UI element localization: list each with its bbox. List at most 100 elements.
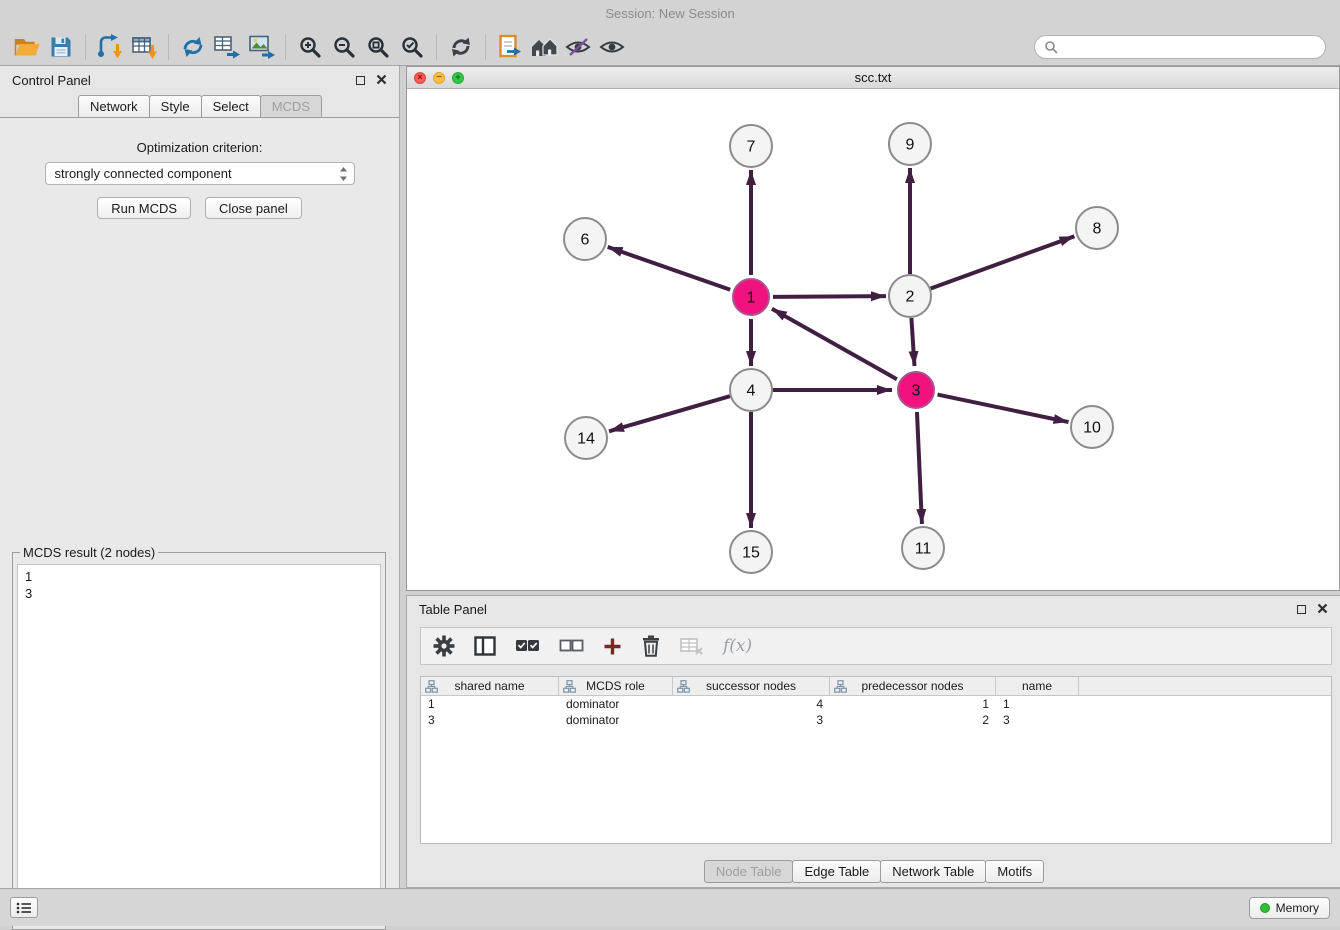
graph-edge-2-8[interactable] bbox=[931, 236, 1075, 288]
graph-edge-1-2[interactable] bbox=[773, 296, 886, 297]
delete-column-button[interactable] bbox=[641, 635, 661, 657]
graph-node-2[interactable]: 2 bbox=[889, 275, 931, 317]
apply-layout-button[interactable] bbox=[444, 31, 478, 63]
tab-mcds[interactable]: MCDS bbox=[260, 95, 322, 117]
graph-node-1[interactable]: 1 bbox=[733, 279, 769, 315]
select-all-button[interactable] bbox=[515, 638, 540, 654]
delete-table-button[interactable] bbox=[680, 636, 704, 656]
column-header-predecessor-nodes[interactable]: predecessor nodes bbox=[830, 677, 996, 695]
graph-edge-3-10[interactable] bbox=[938, 395, 1069, 423]
column-header-shared-name[interactable]: shared name bbox=[421, 677, 559, 695]
close-panel-action-button[interactable]: Close panel bbox=[205, 197, 302, 219]
graph-node-15[interactable]: 15 bbox=[730, 531, 772, 573]
open-session-button[interactable] bbox=[10, 31, 44, 63]
zoom-fit-button[interactable] bbox=[361, 31, 395, 63]
table-panel-float-button[interactable] bbox=[1297, 602, 1306, 617]
node-label: 4 bbox=[747, 383, 756, 400]
show-hidden-panels-button[interactable] bbox=[10, 897, 38, 918]
network-from-table-button[interactable] bbox=[210, 31, 244, 63]
main-toolbar bbox=[0, 28, 1340, 66]
graph-node-4[interactable]: 4 bbox=[730, 369, 772, 411]
add-column-button[interactable] bbox=[603, 637, 622, 656]
network-window-title: scc.txt bbox=[407, 70, 1339, 85]
search-input[interactable] bbox=[1063, 39, 1316, 54]
tab-select[interactable]: Select bbox=[201, 95, 261, 117]
zoom-in-button[interactable] bbox=[293, 31, 327, 63]
control-panel-close-button[interactable] bbox=[376, 73, 387, 88]
control-panel-float-button[interactable] bbox=[356, 73, 365, 88]
tab-network-table[interactable]: Network Table bbox=[880, 860, 986, 883]
export-image-button[interactable] bbox=[244, 31, 278, 63]
table-settings-button[interactable] bbox=[433, 635, 455, 657]
close-window-button[interactable] bbox=[414, 72, 426, 84]
minimize-window-button[interactable] bbox=[433, 72, 445, 84]
cell-shared-name: 1 bbox=[421, 697, 559, 711]
new-network-button[interactable] bbox=[176, 31, 210, 63]
float-window-icon bbox=[1297, 605, 1306, 614]
graph-node-6[interactable]: 6 bbox=[564, 218, 606, 260]
control-panel: Control Panel Network Style Select MCDS … bbox=[0, 66, 400, 888]
graph-edge-1-6[interactable] bbox=[608, 247, 731, 290]
zoom-out-button[interactable] bbox=[327, 31, 361, 63]
column-header-successor-nodes[interactable]: successor nodes bbox=[673, 677, 830, 695]
tab-network[interactable]: Network bbox=[78, 95, 150, 117]
tab-node-table[interactable]: Node Table bbox=[704, 860, 794, 883]
import-table-button[interactable] bbox=[127, 31, 161, 63]
zoom-selected-button[interactable] bbox=[395, 31, 429, 63]
deselect-all-button[interactable] bbox=[559, 638, 584, 654]
network-view-window: scc.txt 7 9 6 8 1 2 4 3 14 10 15 11 bbox=[406, 66, 1340, 591]
open-document-button[interactable] bbox=[493, 31, 527, 63]
tab-edge-table[interactable]: Edge Table bbox=[792, 860, 881, 883]
graph-node-9[interactable]: 9 bbox=[889, 123, 931, 165]
graph-edge-2-3[interactable] bbox=[911, 318, 914, 366]
cell-shared-name: 3 bbox=[421, 713, 559, 727]
network-window-titlebar[interactable]: scc.txt bbox=[407, 67, 1339, 89]
column-type-icon bbox=[834, 680, 847, 693]
save-session-button[interactable] bbox=[44, 31, 78, 63]
node-table[interactable]: shared name MCDS role successor nodes pr… bbox=[420, 676, 1332, 844]
dropdown-arrows-icon bbox=[337, 165, 350, 183]
graph-node-14[interactable]: 14 bbox=[565, 417, 607, 459]
import-network-button[interactable] bbox=[93, 31, 127, 63]
close-icon bbox=[1317, 603, 1328, 614]
criterion-select[interactable]: strongly connected component bbox=[45, 162, 355, 185]
run-mcds-button[interactable]: Run MCDS bbox=[97, 197, 191, 219]
graph-node-10[interactable]: 10 bbox=[1071, 406, 1113, 448]
first-neighbors-button[interactable] bbox=[527, 31, 561, 63]
toolbar-separator bbox=[85, 34, 86, 60]
graph-node-3[interactable]: 3 bbox=[898, 372, 934, 408]
column-type-icon bbox=[563, 680, 576, 693]
graph-edge-3-11[interactable] bbox=[917, 412, 922, 524]
maximize-window-button[interactable] bbox=[452, 72, 464, 84]
graph-node-8[interactable]: 8 bbox=[1076, 207, 1118, 249]
toolbar-separator bbox=[436, 34, 437, 60]
tab-style[interactable]: Style bbox=[149, 95, 202, 117]
cell-predecessor-nodes: 2 bbox=[830, 713, 996, 727]
memory-button[interactable]: Memory bbox=[1249, 897, 1330, 919]
network-canvas[interactable]: 7 9 6 8 1 2 4 3 14 10 15 11 bbox=[407, 89, 1339, 589]
graph-edge-3-1[interactable] bbox=[772, 309, 897, 379]
column-header-mcds-role[interactable]: MCDS role bbox=[559, 677, 673, 695]
annotation-mode-button[interactable] bbox=[561, 31, 595, 63]
show-graphics-button[interactable] bbox=[595, 31, 629, 63]
mcds-result-list[interactable]: 1 3 bbox=[17, 564, 381, 925]
graph-node-7[interactable]: 7 bbox=[730, 125, 772, 167]
cell-successor-nodes: 4 bbox=[673, 697, 830, 711]
eye-slash-icon bbox=[565, 36, 591, 58]
graph-node-11[interactable]: 11 bbox=[902, 527, 944, 569]
columns-icon bbox=[474, 636, 496, 656]
table-panel-tabs: Node Table Edge Table Network Table Moti… bbox=[407, 860, 1340, 883]
column-header-name[interactable]: name bbox=[996, 677, 1079, 695]
show-columns-button[interactable] bbox=[474, 636, 496, 656]
search-box[interactable] bbox=[1034, 35, 1326, 59]
column-type-icon bbox=[677, 680, 690, 693]
table-panel-close-button[interactable] bbox=[1317, 602, 1328, 617]
houses-icon bbox=[530, 36, 559, 58]
table-row[interactable]: 3 dominator 3 2 3 bbox=[421, 712, 1331, 728]
tab-motifs[interactable]: Motifs bbox=[985, 860, 1044, 883]
graph-edge-4-14[interactable] bbox=[609, 396, 730, 431]
window-titlebar: Session: New Session bbox=[0, 0, 1340, 28]
control-panel-header: Control Panel bbox=[0, 66, 399, 94]
function-builder-button[interactable]: f(x) bbox=[723, 636, 752, 656]
table-row[interactable]: 1 dominator 4 1 1 bbox=[421, 696, 1331, 712]
